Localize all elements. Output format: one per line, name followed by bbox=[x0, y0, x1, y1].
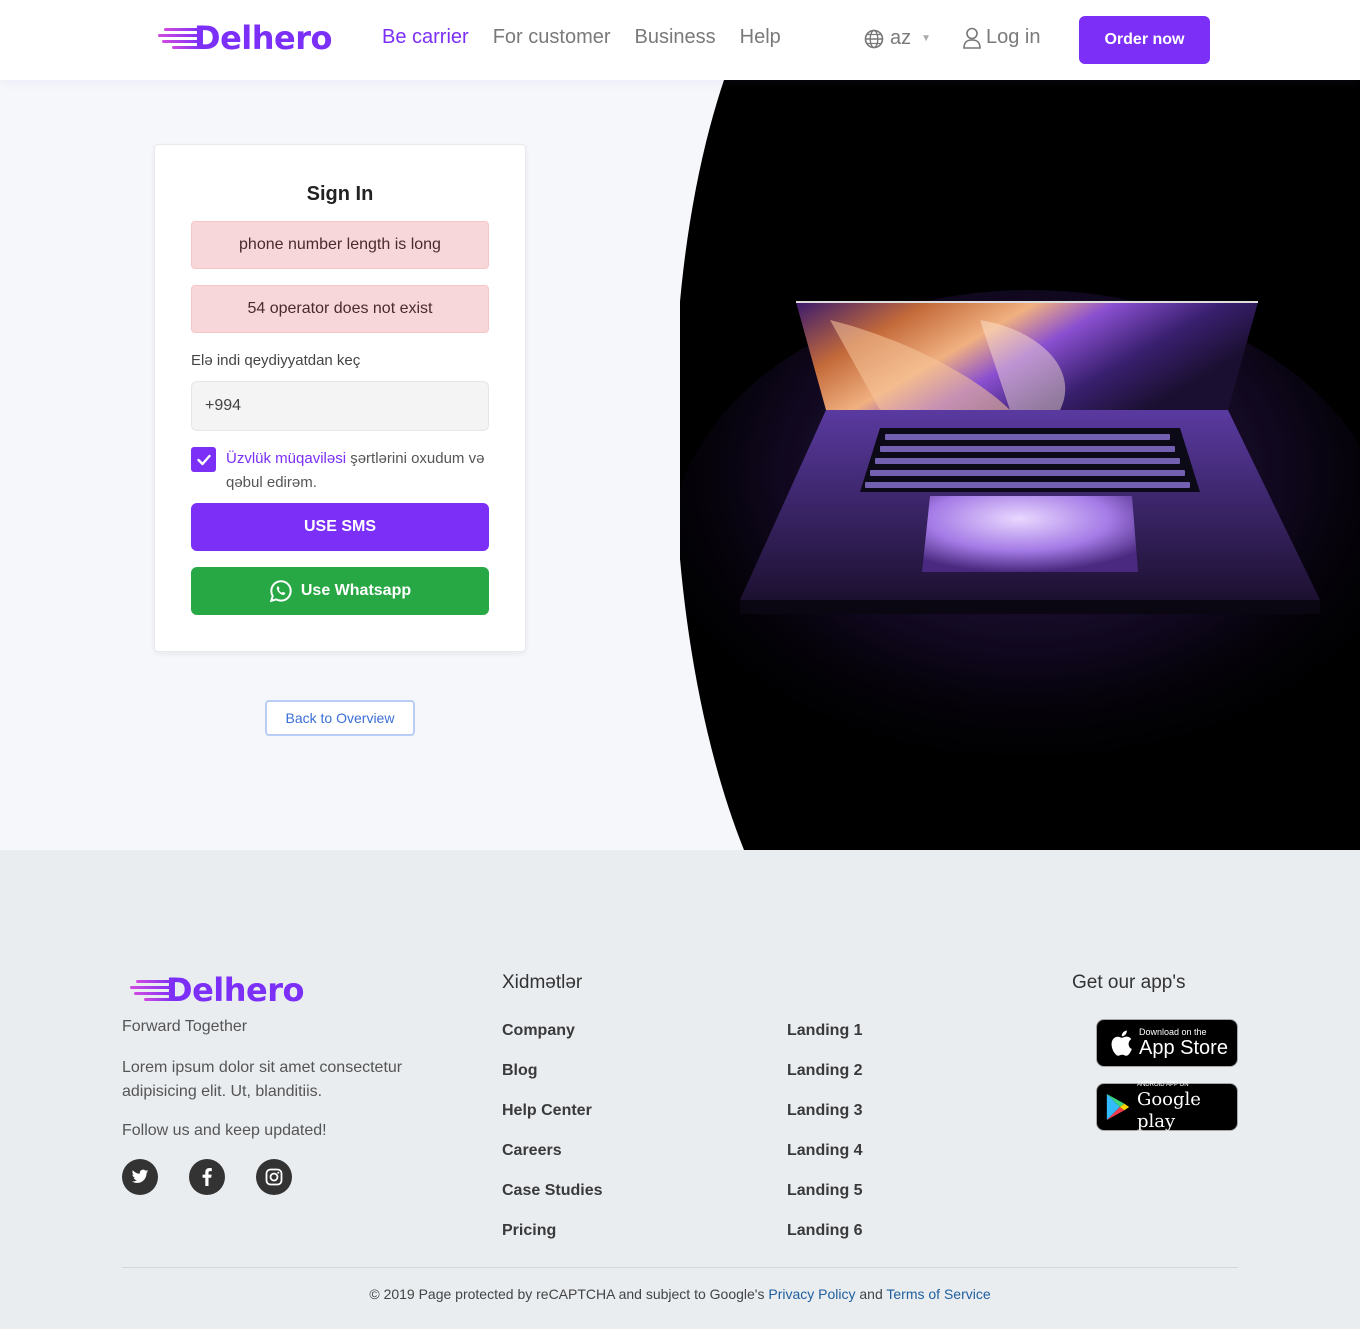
use-whatsapp-button[interactable]: Use Whatsapp bbox=[191, 567, 489, 615]
top-header: Delhero Be carrier For customer Business… bbox=[0, 0, 1360, 80]
signin-card: Sign In phone number length is long 54 o… bbox=[154, 144, 526, 652]
whatsapp-icon bbox=[269, 580, 292, 603]
error-alert: 54 operator does not exist bbox=[191, 285, 489, 333]
use-sms-button[interactable]: USE SMS bbox=[191, 503, 489, 551]
login-label: Log in bbox=[986, 26, 1041, 48]
footer-link-landing-6[interactable]: Landing 6 bbox=[787, 1222, 863, 1262]
agreement-checkbox[interactable] bbox=[191, 447, 216, 472]
footer-link-pricing[interactable]: Pricing bbox=[502, 1222, 602, 1262]
twitter-icon[interactable] bbox=[122, 1159, 158, 1195]
footer-link-blog[interactable]: Blog bbox=[502, 1062, 602, 1102]
google-play-small: ANDROID APP ON bbox=[1136, 1082, 1189, 1088]
nav-help[interactable]: Help bbox=[740, 26, 781, 49]
follow-text: Follow us and keep updated! bbox=[122, 1122, 327, 1139]
instagram-icon[interactable] bbox=[256, 1159, 292, 1195]
services-title: Xidmətlər bbox=[502, 972, 583, 993]
app-store-small: Download on the bbox=[1139, 1027, 1207, 1037]
app-store-badge[interactable]: Download on the App Store bbox=[1096, 1019, 1238, 1067]
main-nav: Be carrier For customer Business Help bbox=[382, 26, 781, 49]
footer-link-landing-5[interactable]: Landing 5 bbox=[787, 1182, 863, 1222]
site-footer: Delhero Forward Together Lorem ipsum dol… bbox=[0, 850, 1360, 1329]
google-play-big: Google play bbox=[1136, 1089, 1201, 1132]
user-icon bbox=[963, 27, 981, 49]
brand-name: Delhero bbox=[166, 971, 304, 1009]
logo-speed-lines-icon bbox=[156, 25, 202, 51]
signin-title: Sign In bbox=[306, 183, 374, 205]
error-alert: phone number length is long bbox=[191, 221, 489, 269]
apps-title: Get our app's bbox=[1072, 972, 1186, 993]
footer-link-landing-4[interactable]: Landing 4 bbox=[787, 1142, 863, 1182]
phone-label: Elə indi qeydiyyatdan keç bbox=[191, 352, 361, 369]
brand-logo[interactable]: Delhero bbox=[156, 22, 332, 54]
app-store-big: App Store bbox=[1139, 1037, 1228, 1059]
footer-link-help-center[interactable]: Help Center bbox=[502, 1102, 602, 1142]
agreement-text: Üzvlük müqaviləsi şərtlərini oxudum və q… bbox=[226, 447, 486, 495]
globe-icon bbox=[864, 29, 884, 48]
footer-link-landing-3[interactable]: Landing 3 bbox=[787, 1102, 863, 1142]
privacy-policy-link[interactable]: Privacy Policy bbox=[768, 1286, 855, 1302]
nav-business[interactable]: Business bbox=[635, 26, 716, 49]
footer-tagline: Forward Together bbox=[122, 1018, 248, 1035]
order-now-button[interactable]: Order now bbox=[1079, 16, 1210, 64]
login-link[interactable]: Log in bbox=[962, 26, 1041, 49]
facebook-icon[interactable] bbox=[189, 1159, 225, 1195]
services-list-1: Company Blog Help Center Careers Case St… bbox=[502, 1022, 602, 1262]
laptop-hero-image bbox=[680, 80, 1360, 850]
footer-description: Lorem ipsum dolor sit amet consectetur a… bbox=[122, 1059, 403, 1100]
nav-be-carrier[interactable]: Be carrier bbox=[382, 26, 469, 49]
back-to-overview-button[interactable]: Back to Overview bbox=[265, 700, 415, 736]
whatsapp-label: Use Whatsapp bbox=[300, 582, 412, 599]
brand-name: Delhero bbox=[194, 19, 332, 57]
logo-speed-lines-icon bbox=[128, 977, 174, 1003]
caret-down-icon: ▼ bbox=[921, 33, 932, 44]
phone-input[interactable] bbox=[191, 381, 489, 431]
language-code: az bbox=[890, 27, 912, 49]
apple-icon bbox=[1111, 1030, 1132, 1056]
footer-link-landing-2[interactable]: Landing 2 bbox=[787, 1062, 863, 1102]
membership-agreement-link[interactable]: Üzvlük müqaviləsi bbox=[226, 450, 346, 467]
google-play-icon bbox=[1106, 1094, 1130, 1120]
footer-link-careers[interactable]: Careers bbox=[502, 1142, 602, 1182]
services-list-2: Landing 1 Landing 2 Landing 3 Landing 4 … bbox=[787, 1022, 863, 1262]
footer-divider bbox=[122, 1267, 1238, 1268]
copyright-and: and bbox=[855, 1286, 887, 1302]
checkmark-icon bbox=[196, 454, 211, 465]
copyright-prefix: © 2019 Page protected by reCAPTCHA and s… bbox=[369, 1286, 769, 1302]
copyright-text: © 2019 Page protected by reCAPTCHA and s… bbox=[0, 1286, 1360, 1302]
terms-of-service-link[interactable]: Terms of Service bbox=[886, 1286, 990, 1302]
footer-brand-logo[interactable]: Delhero bbox=[128, 974, 304, 1006]
footer-link-landing-1[interactable]: Landing 1 bbox=[787, 1022, 863, 1062]
google-play-badge[interactable]: ANDROID APP ON Google play bbox=[1096, 1082, 1238, 1132]
laptop-illustration bbox=[680, 80, 1360, 850]
language-selector[interactable]: az ▼ bbox=[864, 27, 931, 50]
nav-for-customer[interactable]: For customer bbox=[493, 26, 611, 49]
footer-link-company[interactable]: Company bbox=[502, 1022, 602, 1062]
footer-link-case-studies[interactable]: Case Studies bbox=[502, 1182, 602, 1222]
